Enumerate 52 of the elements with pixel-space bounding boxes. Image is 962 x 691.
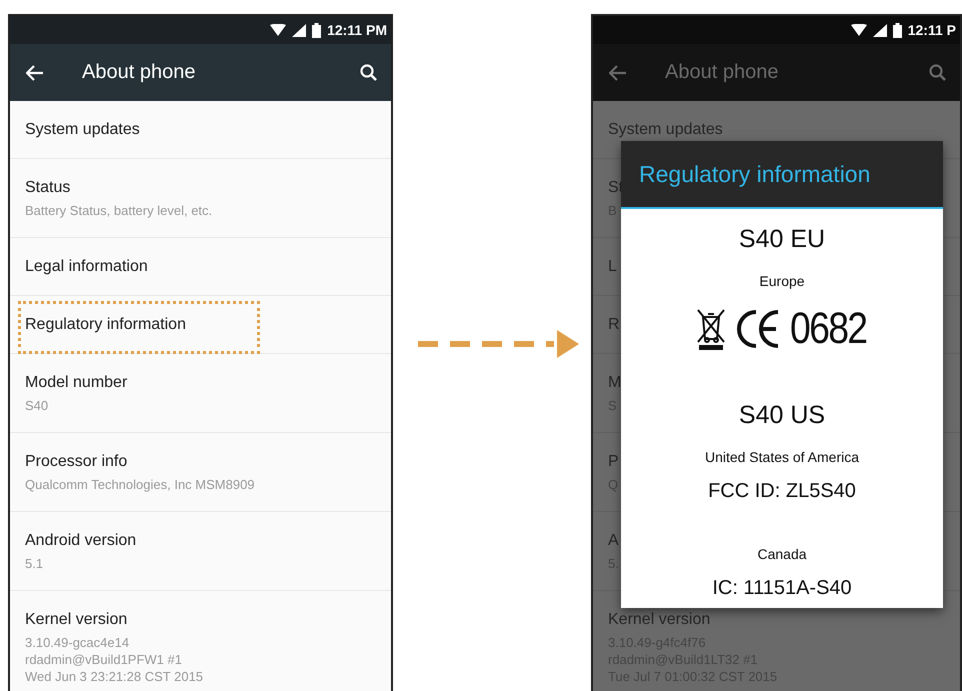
wifi-icon <box>850 24 867 36</box>
item-title: Model number <box>25 373 128 393</box>
model-heading: S40 US <box>738 400 826 431</box>
crossed-bin-icon <box>696 307 726 351</box>
item-title: A <box>608 531 619 551</box>
item-title: Legal information <box>25 257 148 277</box>
battery-icon <box>312 22 322 38</box>
item-summary: S40 <box>25 397 48 414</box>
app-bar-title: About phone <box>82 61 196 84</box>
status-time: 12:11 P <box>908 22 956 38</box>
region-label: Canada <box>757 545 807 564</box>
status-time: 12:11 PM <box>327 22 387 38</box>
signal-icon <box>292 24 306 36</box>
settings-item[interactable]: Regulatory information <box>10 296 391 354</box>
settings-item[interactable]: Processor info Qualcomm Technologies, Inc MSM8909 <box>10 433 391 512</box>
item-summary: Wed Jun 3 23:21:28 CST 2015 <box>25 668 204 685</box>
item-summary: 3.10.49-gcac4e14 <box>25 634 130 651</box>
app-bar-title: About phone <box>665 61 780 84</box>
item-title: L <box>608 257 617 277</box>
settings-item[interactable]: Android version 5.1 <box>10 512 391 591</box>
item-title: Processor info <box>25 452 128 472</box>
certification-id: IC: 11151A-S40 <box>712 576 852 601</box>
item-title: M <box>608 373 622 393</box>
item-title: Android version <box>25 531 136 551</box>
signal-icon <box>872 24 887 36</box>
wifi-icon <box>270 24 286 36</box>
item-title: Status <box>25 178 70 198</box>
item-title: Regulatory information <box>25 315 186 335</box>
region-label: Europe <box>759 272 805 291</box>
item-title: P <box>608 452 619 472</box>
settings-item[interactable]: Legal information <box>10 238 391 296</box>
model-heading: S40 EU <box>738 224 826 255</box>
ce-mark-icon <box>736 308 780 350</box>
settings-item[interactable]: Status Battery Status, battery level, etc. <box>10 159 391 238</box>
item-title: System updates <box>25 120 140 140</box>
item-summary: Qualcomm Technologies, Inc MSM8909 <box>25 476 255 493</box>
dialog-title: Regulatory information <box>639 160 870 188</box>
settings-item[interactable]: System updates <box>10 101 391 159</box>
settings-item[interactable]: Model number S40 <box>10 354 391 433</box>
item-title: R <box>608 315 620 335</box>
item-title: System updates <box>608 120 723 140</box>
item-summary: rdadmin@vBuild1PFW1 #1 <box>25 651 182 668</box>
item-title: Kernel version <box>608 610 710 630</box>
search-icon[interactable] <box>360 64 377 81</box>
certification-id: FCC ID: ZL5S40 <box>708 479 856 504</box>
item-summary: 5.1 <box>25 555 44 572</box>
item-summary: Battery Status, battery level, etc. <box>25 202 212 219</box>
notified-body-number: 0682 <box>790 304 866 354</box>
settings-item[interactable]: Kernel version 3.10.49-gcac4e14 rdadmin@vBuild1PFW1 #1 Wed Jun 3 23:21:28 CST 2015 <box>10 591 391 691</box>
item-title: Kernel version <box>25 610 128 630</box>
battery-icon <box>892 22 902 38</box>
region-label: United States of America <box>704 448 860 467</box>
